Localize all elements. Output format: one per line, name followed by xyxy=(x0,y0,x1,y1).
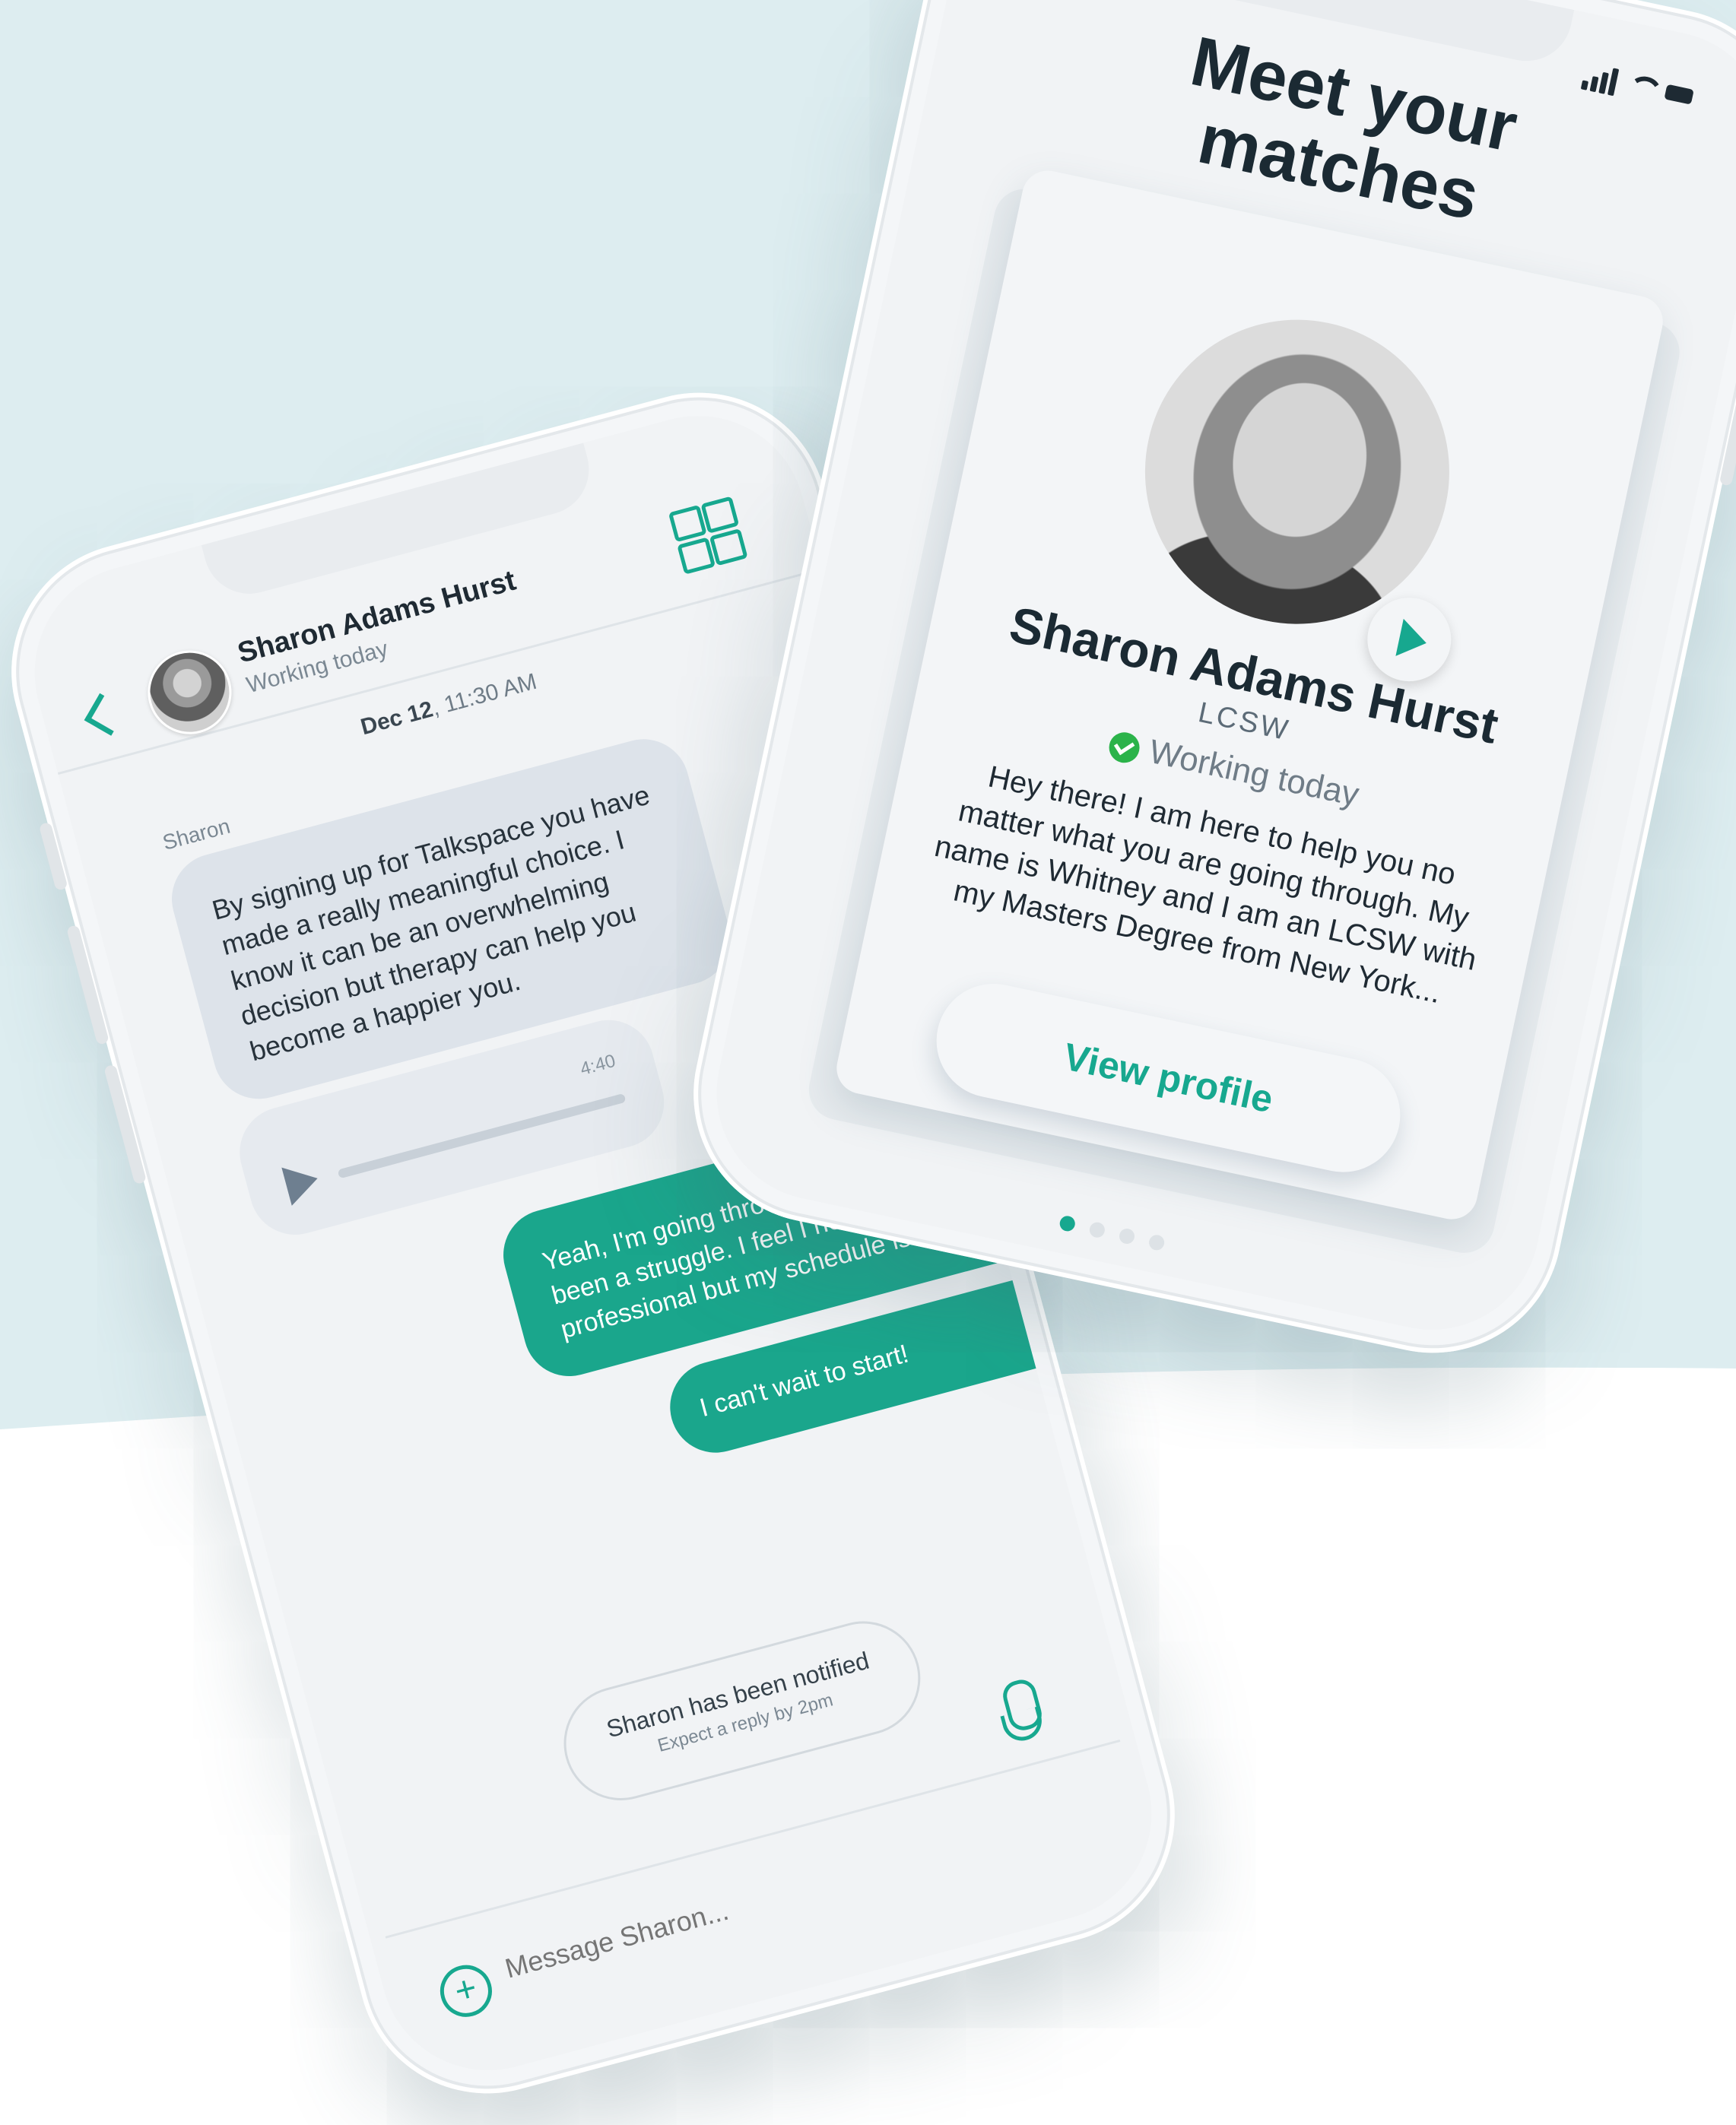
play-icon[interactable] xyxy=(281,1159,323,1206)
pagination-dot-active[interactable] xyxy=(1058,1214,1077,1233)
back-chevron-icon[interactable] xyxy=(84,693,127,736)
therapist-photo xyxy=(1116,291,1478,652)
sender-label: Sharon xyxy=(160,814,233,855)
timestamp-date: Dec 12 xyxy=(357,696,436,741)
signal-icon-bar xyxy=(1598,71,1609,94)
signal-icon-bar xyxy=(1589,76,1599,93)
pagination-dot[interactable] xyxy=(1118,1227,1136,1245)
audio-duration: 4:40 xyxy=(578,1050,618,1080)
message-input[interactable] xyxy=(500,1835,953,1986)
pagination-dot[interactable] xyxy=(1088,1220,1106,1239)
pagination-dots xyxy=(1058,1214,1166,1255)
avatar[interactable] xyxy=(138,641,241,744)
signal-icon-bar xyxy=(1607,68,1620,97)
signal-icon xyxy=(1580,80,1589,90)
audio-progress-track[interactable] xyxy=(337,1093,627,1179)
pagination-dot[interactable] xyxy=(1147,1233,1166,1252)
match-card[interactable]: Sharon Adams Hurst LCSW Working today He… xyxy=(832,166,1668,1224)
status-bar xyxy=(1580,59,1699,115)
dashboard-grid-icon[interactable] xyxy=(668,496,748,576)
plus-circle-icon[interactable]: + xyxy=(434,1959,498,2023)
incoming-message-bubble: By signing up for Talkspace you have mad… xyxy=(161,728,741,1109)
play-icon xyxy=(1395,618,1431,662)
timestamp-time: , 11:30 AM xyxy=(429,668,540,722)
check-circle-icon xyxy=(1106,729,1142,766)
message-composer: + xyxy=(385,1739,1166,2095)
notification-pill: Sharon has been notified Expect a reply … xyxy=(551,1608,934,1813)
battery-icon xyxy=(1664,84,1694,105)
wifi-icon xyxy=(1623,73,1665,115)
